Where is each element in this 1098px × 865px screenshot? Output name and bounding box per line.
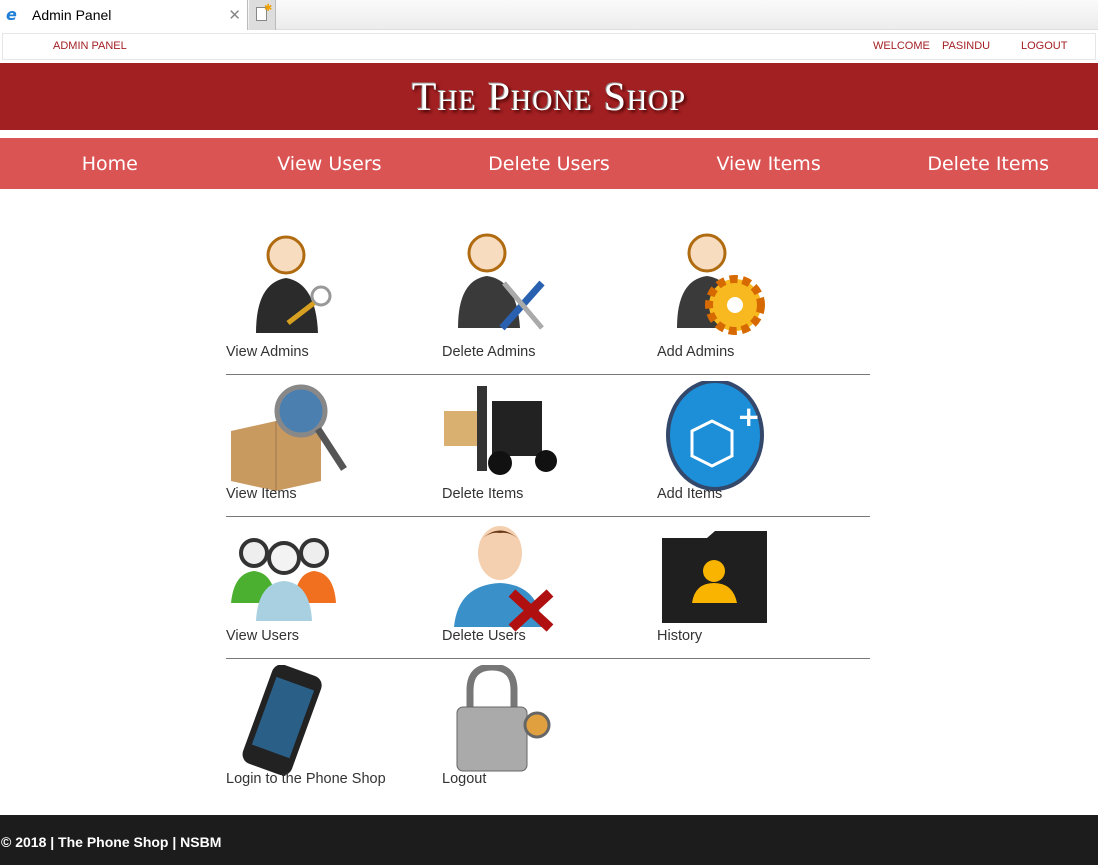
tile-logout[interactable]: Logout (442, 659, 658, 801)
tile-delete-items[interactable]: Delete Items (442, 375, 658, 516)
footer-text: © 2018 | The Phone Shop | NSBM (1, 834, 222, 850)
ie-icon: e (6, 5, 17, 24)
admin-tiles-grid: View Admins Delete Admins Add Admins Vie… (226, 222, 870, 801)
tile-label: View Users (226, 628, 300, 644)
footer: © 2018 | The Phone Shop | NSBM (0, 815, 1098, 865)
phone-icon (242, 665, 322, 775)
box-magnifier-icon (231, 384, 347, 491)
padlock-icon (456, 665, 551, 772)
tile-view-users[interactable]: View Users (226, 517, 442, 658)
new-tab-button[interactable]: ✱ (249, 0, 276, 30)
tile-label: Add Items (657, 486, 723, 502)
nav-delete-items[interactable]: Delete Items (878, 138, 1098, 189)
tile-add-admins[interactable]: Add Admins (657, 222, 873, 374)
nav-home[interactable]: Home (0, 138, 220, 189)
main-nav: Home View Users Delete Users View Items … (0, 138, 1098, 189)
tile-row: View Items Delete Items + Add Items (226, 375, 870, 517)
tile-row: View Admins Delete Admins Add Admins (226, 222, 870, 375)
browser-tab-bar: e Admin Panel ✕ ✱ (0, 0, 1098, 30)
logout-link[interactable]: LOGOUT (1021, 40, 1067, 52)
tile-row: Login to the Phone Shop Logout (226, 659, 870, 801)
svg-text:+: + (737, 400, 760, 433)
tile-label: View Admins (226, 344, 309, 360)
site-logo: The Phone Shop (411, 74, 687, 119)
admin-keys-icon (256, 235, 332, 333)
tile-history[interactable]: History (657, 517, 873, 658)
tile-delete-admins[interactable]: Delete Admins (442, 222, 658, 374)
nav-view-items[interactable]: View Items (659, 138, 879, 189)
tile-label: Delete Users (442, 628, 526, 644)
admin-gear-icon (677, 233, 765, 335)
tab-title: Admin Panel (32, 7, 112, 23)
tile-label: Delete Admins (442, 344, 536, 360)
admin-tools-icon (458, 233, 545, 331)
admin-panel-link[interactable]: ADMIN PANEL (53, 40, 127, 52)
tile-add-items[interactable]: + Add Items (657, 375, 873, 516)
users-group-icon (231, 538, 336, 621)
banner: The Phone Shop (0, 63, 1098, 130)
welcome-text: WELCOME (873, 40, 930, 52)
tile-label: Logout (442, 771, 487, 787)
nav-view-users[interactable]: View Users (220, 138, 440, 189)
tile-view-admins[interactable]: View Admins (226, 222, 442, 374)
tile-delete-users[interactable]: Delete Users (442, 517, 658, 658)
forklift-icon (444, 386, 557, 475)
tile-login-phone-shop[interactable]: Login to the Phone Shop (226, 659, 442, 801)
add-boxes-icon: + (666, 381, 764, 491)
tile-view-items[interactable]: View Items (226, 375, 442, 516)
nav-delete-users[interactable]: Delete Users (439, 138, 659, 189)
tile-label: History (657, 628, 703, 644)
tile-label: View Items (226, 486, 297, 502)
tile-label: Delete Items (442, 486, 524, 502)
tile-label: Add Admins (657, 344, 735, 360)
top-bar: ADMIN PANEL WELCOME PASINDU LOGOUT (2, 33, 1096, 60)
folder-user-icon (662, 531, 767, 623)
user-delete-icon (454, 526, 554, 632)
tile-label: Login to the Phone Shop (226, 771, 386, 787)
close-tab-icon[interactable]: ✕ (228, 6, 241, 24)
username: PASINDU (942, 40, 991, 52)
tile-row: View Users Delete Users History (226, 517, 870, 659)
browser-tab[interactable]: e Admin Panel ✕ (0, 0, 248, 30)
